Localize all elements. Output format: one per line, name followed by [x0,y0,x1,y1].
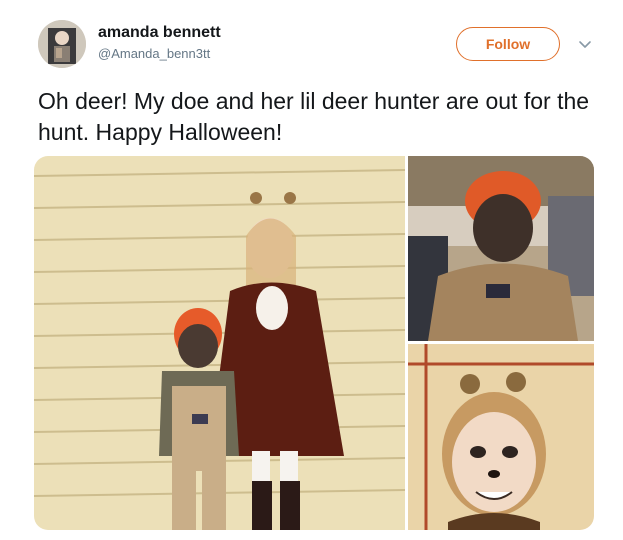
photo-boy-hunter[interactable] [408,156,594,341]
photo-kids-costumes[interactable] [34,156,405,530]
avatar[interactable] [38,20,86,68]
photo-girl-deer[interactable] [408,344,594,530]
user-name[interactable]: amanda bennett [98,24,221,42]
tweet-text: Oh deer! My doe and her lil deer hunter … [38,88,590,145]
user-handle[interactable]: @Amanda_benn3tt [98,46,210,61]
media-grid [34,156,594,530]
follow-button[interactable]: Follow [456,27,560,61]
avatar-image [38,20,86,68]
chevron-down-icon[interactable] [577,36,593,52]
